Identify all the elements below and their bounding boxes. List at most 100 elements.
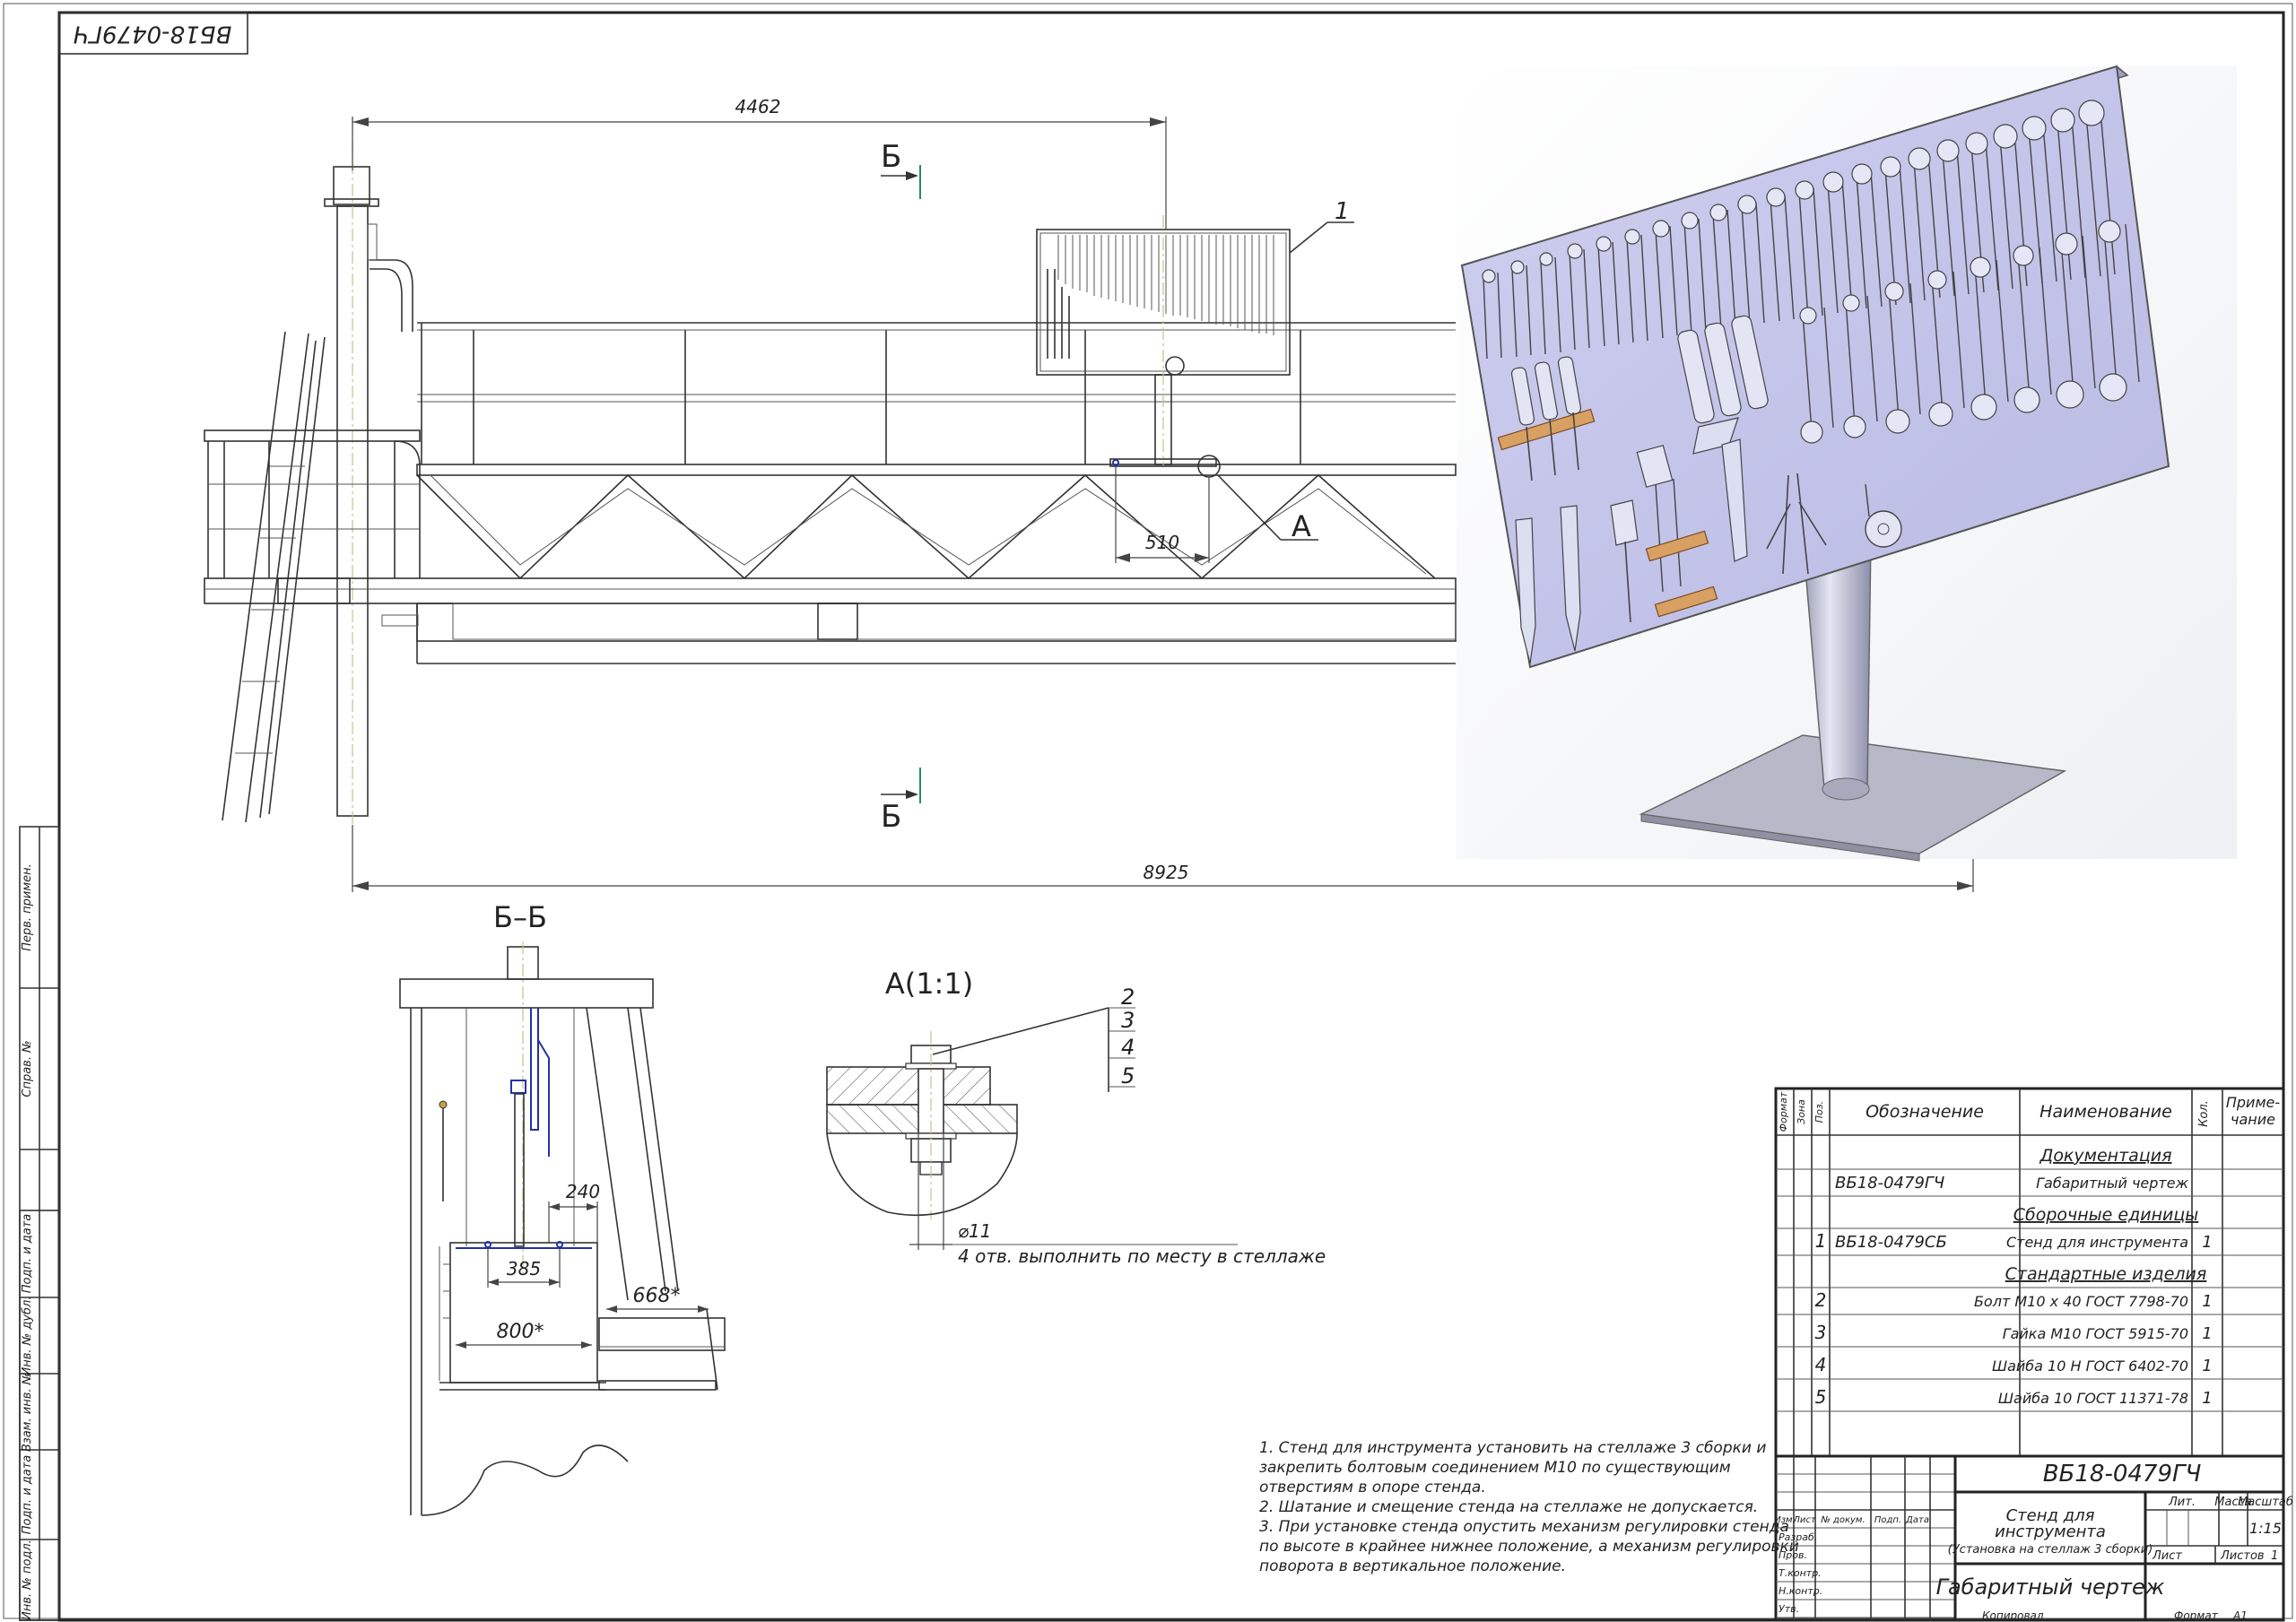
rack-truss — [204, 322, 1457, 664]
side-strip-label: Инв. № дубл. — [21, 1297, 34, 1376]
spec-header-format: Формат — [1778, 1091, 1789, 1132]
tb-sheet-label: Лист — [2152, 1549, 2182, 1563]
spec-row-designation: ВБ18-0479СБ — [1835, 1233, 1947, 1252]
hole-note: 4 отв. выполнить по месту в стеллаже — [958, 1245, 1326, 1267]
tb-prov: Пров. — [1779, 1549, 1807, 1561]
dim-385-text: 385 — [507, 1258, 541, 1279]
dim-11-text: ⌀11 — [958, 1220, 992, 1242]
rotated-stamp-code: ВБ18-0479ГЧ — [74, 21, 232, 48]
position-2-label: 2 — [1121, 984, 1135, 1010]
tb-kopiroval: Копировал — [1982, 1609, 2044, 1622]
spec-row-pos: 4 — [1815, 1354, 1827, 1375]
spec-header-zone: Зона — [1796, 1099, 1807, 1124]
tb-format-label: Формат — [2174, 1609, 2219, 1622]
spec-row-qty: 1 — [2202, 1357, 2212, 1375]
spec-row-qty: 1 — [2202, 1292, 2212, 1311]
platform-left — [204, 429, 421, 578]
dim-4462: 4462 — [352, 96, 1167, 230]
tb-utv: Утв. — [1779, 1603, 1799, 1615]
section-mark-bottom: Б — [881, 768, 921, 835]
tb-podp: Подп. — [1874, 1515, 1901, 1525]
title-block: Изм. Лист № докум. Подп. Дата Разраб. Пр… — [1774, 1454, 2293, 1622]
section-mark-top-label: Б — [881, 139, 901, 175]
side-strip-label: Взам. инв. № — [21, 1373, 34, 1452]
spec-header-note: Приме-чание — [2225, 1094, 2281, 1128]
spec-row-name: Шайба 10 Н ГОСТ 6402-70 — [1992, 1357, 2188, 1375]
callout-a-label: А — [1292, 509, 1311, 543]
spec-row-name: Гайка М10 ГОСТ 5915-70 — [2003, 1325, 2188, 1342]
spec-row-qty: 1 — [2202, 1324, 2212, 1343]
detail-title: А(1:1) — [885, 967, 973, 1001]
tb-sheets: 1 — [2271, 1549, 2278, 1563]
tb-tkontr: Т.контр. — [1779, 1567, 1822, 1579]
tb-masshtab: Масштаб — [2238, 1496, 2293, 1509]
note-line: поворота в вертикальное положение. — [1259, 1557, 1566, 1575]
section-b-b-view: Б–Б 240 385 800* 668* — [399, 900, 726, 1516]
ladder — [222, 331, 326, 823]
technical-notes: 1. Стенд для инструмента установить на с… — [1259, 1439, 1799, 1575]
spec-header-qty: Кол. — [2197, 1100, 2211, 1127]
tb-lit: Лит. — [2168, 1496, 2196, 1509]
position-1-label: 1 — [1335, 198, 1350, 225]
spec-row-pos: 1 — [1815, 1230, 1827, 1252]
tb-doc-type: Габаритный чертеж — [1936, 1574, 2165, 1600]
spec-row-name: Габаритный чертеж — [2036, 1175, 2188, 1192]
note-line: 3. При установке стенда опустить механиз… — [1259, 1518, 1789, 1536]
rotated-stamp: ВБ18-0479ГЧ — [58, 12, 248, 55]
tb-name-3: (Установка на стеллаж 3 сборки) — [1948, 1543, 2153, 1557]
section-mark-bottom-label: Б — [881, 799, 901, 835]
spec-header-designation: Обозначение — [1866, 1102, 1984, 1122]
tb-izm: Изм. — [1774, 1515, 1796, 1525]
spec-rows: Документация ВБ18-0479ГЧ Габаритный чертеж… — [1776, 1142, 2283, 1412]
spec-row-pos: 5 — [1815, 1386, 1827, 1408]
tb-format: А1 — [2232, 1609, 2248, 1622]
dim-668-text: 668* — [633, 1285, 681, 1307]
note-line: закрепить болтовым соединением М10 по су… — [1259, 1459, 1731, 1477]
spec-header-name: Наименование — [2039, 1102, 2172, 1122]
wrench-row — [1057, 235, 1274, 335]
tb-code: ВБ18-0479ГЧ — [2043, 1461, 2202, 1488]
dim-8925-text: 8925 — [1144, 862, 1189, 883]
spec-row-designation: ВБ18-0479ГЧ — [1835, 1174, 1944, 1193]
tb-docnum: № докум. — [1820, 1515, 1865, 1525]
side-strip: Перв. примен. Справ. № Подп. и дата Инв.… — [19, 826, 60, 1621]
spec-row-name: Стандартные изделия — [2005, 1264, 2207, 1284]
side-strip-label: Подп. и дата — [21, 1214, 34, 1294]
position-4-label: 4 — [1121, 1035, 1135, 1060]
tb-scale: 1:15 — [2249, 1520, 2282, 1537]
column-pipe — [324, 117, 413, 825]
side-strip-label: Подп. и дата — [21, 1455, 34, 1535]
note-line: по высоте в крайнее нижнее положение, а … — [1259, 1538, 1799, 1556]
specification-table: Формат Зона Поз. Обозначение Наименовани… — [1774, 1087, 2285, 1458]
spec-row-name: Шайба 10 ГОСТ 11371-78 — [1998, 1390, 2188, 1407]
detail-a-view: А(1:1) 2 3 4 5 ⌀11 4 отв. выполнить по м… — [826, 967, 1326, 1267]
note-line: отверстиям в опоре стенда. — [1259, 1479, 1486, 1496]
position-3-label: 3 — [1121, 1008, 1135, 1033]
spec-row-pos: 3 — [1815, 1322, 1827, 1343]
spec-row-pos: 2 — [1815, 1289, 1827, 1311]
note-line: 2. Шатание и смещение стенда на стеллаже… — [1259, 1498, 1758, 1516]
tb-razrab: Разраб. — [1779, 1531, 1817, 1543]
note-line: 1. Стенд для инструмента установить на с… — [1259, 1439, 1766, 1457]
side-strip-label: Справ. № — [21, 1040, 34, 1097]
tb-list: Лист — [1792, 1515, 1817, 1525]
spec-row — [1776, 1142, 2283, 1169]
drawing-sheet: ВБ18-0479ГЧ Перв. примен. Справ. № Подп.… — [3, 3, 2293, 1622]
tb-sheets-label: Листов — [2220, 1549, 2265, 1563]
dim-240-text: 240 — [566, 1181, 600, 1202]
stand-elevation — [1036, 215, 1291, 467]
tb-data: Дата — [1905, 1515, 1929, 1525]
stand-3d-render — [1457, 65, 2237, 862]
section-mark-top: Б — [881, 139, 921, 199]
side-strip-label: Инв. № подл. — [21, 1540, 34, 1620]
dim-4462-text: 4462 — [735, 96, 781, 117]
spec-header-pos: Поз. — [1813, 1101, 1825, 1123]
side-strip-label: Перв. примен. — [21, 863, 34, 951]
dim-510-text: 510 — [1145, 532, 1179, 553]
spec-row-name: Сборочные единицы — [2013, 1205, 2199, 1225]
spec-row-name: Болт М10 х 40 ГОСТ 7798-70 — [1974, 1293, 2188, 1310]
spec-row-name: Документация — [2039, 1146, 2171, 1166]
position-5-label: 5 — [1121, 1063, 1135, 1089]
tb-name-2: инструмента — [1995, 1522, 2106, 1541]
spec-row-qty: 1 — [2202, 1233, 2212, 1252]
